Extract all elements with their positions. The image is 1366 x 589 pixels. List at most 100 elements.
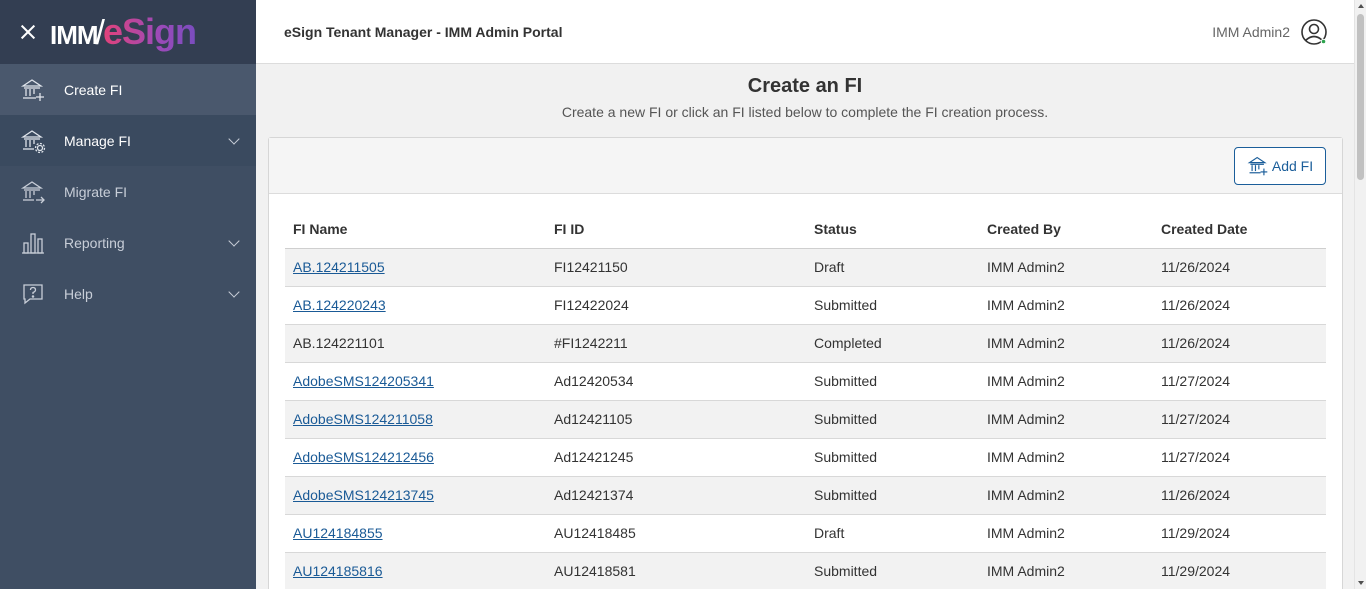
column-header-created-date[interactable]: Created Date <box>1153 210 1326 249</box>
created-date-cell: 11/26/2024 <box>1153 476 1326 515</box>
sidebar-item-create-fi[interactable]: Create FI <box>0 64 256 115</box>
imm-esign-logo: IMM / eSign <box>50 11 197 53</box>
sidebar-item-label: Help <box>64 285 93 302</box>
column-header-fi-name[interactable]: FI Name <box>285 210 546 249</box>
table-header-row: FI Name FI ID Status Created By Created … <box>285 210 1326 249</box>
fi-name-link[interactable]: AdobeSMS124211058 <box>293 411 433 427</box>
sidebar-item-label: Reporting <box>64 234 125 251</box>
table-row: AdobeSMS124212456 Ad12421245 Submitted IMM … <box>285 438 1326 477</box>
status-cell: Draft <box>806 248 979 287</box>
top-header: eSign Tenant Manager - IMM Admin Portal … <box>256 0 1354 64</box>
sidebar: IMM / eSign Create FI Manage FI Migrate … <box>0 0 256 589</box>
fi-name-cell: AdobeSMS124213745 <box>285 476 546 515</box>
created-by-cell: IMM Admin2 <box>979 476 1153 515</box>
table-row: AU124185816 AU12418581 Submitted IMM Admin2… <box>285 552 1326 589</box>
fi-id-cell: FI12422024 <box>546 286 806 325</box>
fi-name-link[interactable]: AdobeSMS124213745 <box>293 487 434 503</box>
created-by-cell: IMM Admin2 <box>979 324 1153 363</box>
sidebar-item-manage-fi[interactable]: Manage FI <box>0 115 256 166</box>
page-subtitle: Create a new FI or click an FI listed be… <box>561 104 1049 120</box>
status-cell: Draft <box>806 514 979 553</box>
table-row: AdobeSMS124205341 Ad12420534 Submitted IMM … <box>285 362 1326 401</box>
fi-id-cell: Ad12421374 <box>546 476 806 515</box>
bank-arrow-icon <box>20 179 46 205</box>
close-menu-icon[interactable] <box>18 22 38 42</box>
fi-id-cell: AU12418485 <box>546 514 806 553</box>
column-header-fi-id[interactable]: FI ID <box>546 210 806 249</box>
fi-name-cell: AB.124221101 <box>285 324 546 363</box>
status-cell: Submitted <box>806 552 979 589</box>
fi-name-cell: AB.124211505 <box>285 248 546 287</box>
fi-name-link[interactable]: AB.124220243 <box>293 297 386 313</box>
column-header-status[interactable]: Status <box>806 210 979 249</box>
fi-name-cell: AdobeSMS124212456 <box>285 438 546 477</box>
created-date-cell: 11/27/2024 <box>1153 362 1326 401</box>
status-cell: Submitted <box>806 400 979 439</box>
table-row: AB.124220243 FI12422024 Submitted IMM Admin… <box>285 286 1326 325</box>
help-icon <box>20 281 46 307</box>
card-toolbar: Add FI <box>269 138 1342 194</box>
scroll-down-arrow-icon[interactable] <box>1358 581 1364 585</box>
bank-add-icon <box>1247 156 1268 176</box>
bank-add-icon <box>20 77 46 103</box>
sidebar-item-reporting[interactable]: Reporting <box>0 217 256 268</box>
fi-table-body: AB.124211505 FI12421150 Draft IMM Admin2 11/… <box>285 248 1326 589</box>
fi-name-text: AB.124221101 <box>293 335 385 351</box>
fi-list-card: Add FI FI Name FI ID Status Created By C… <box>268 137 1343 589</box>
fi-name-cell: AU124185816 <box>285 552 546 589</box>
status-cell: Submitted <box>806 476 979 515</box>
bar-chart-icon <box>20 230 46 256</box>
created-by-cell: IMM Admin2 <box>979 362 1153 401</box>
fi-table: FI Name FI ID Status Created By Created … <box>285 210 1326 589</box>
fi-name-link[interactable]: AU124185816 <box>293 563 383 579</box>
user-menu[interactable]: IMM Admin2 <box>1212 18 1328 46</box>
fi-name-cell: AU124184855 <box>285 514 546 553</box>
column-header-created-by[interactable]: Created By <box>979 210 1153 249</box>
created-by-cell: IMM Admin2 <box>979 514 1153 553</box>
scroll-thumb[interactable] <box>1357 14 1364 180</box>
sidebar-item-migrate-fi[interactable]: Migrate FI <box>0 166 256 217</box>
bank-gear-icon <box>20 128 46 154</box>
logo-imm: IMM <box>50 20 99 50</box>
fi-name-cell: AdobeSMS124205341 <box>285 362 546 401</box>
created-date-cell: 11/27/2024 <box>1153 438 1326 477</box>
sidebar-item-label: Create FI <box>64 81 123 98</box>
fi-name-link[interactable]: AU124184855 <box>293 525 383 541</box>
created-date-cell: 11/27/2024 <box>1153 400 1326 439</box>
fi-name-link[interactable]: AdobeSMS124212456 <box>293 449 434 465</box>
status-cell: Submitted <box>806 362 979 401</box>
fi-name-cell: AB.124220243 <box>285 286 546 325</box>
fi-id-cell: Ad12421105 <box>546 400 806 439</box>
status-cell: Submitted <box>806 438 979 477</box>
brand-bar: IMM / eSign <box>0 0 256 64</box>
sidebar-item-help[interactable]: Help <box>0 268 256 319</box>
created-by-cell: IMM Admin2 <box>979 552 1153 589</box>
user-name: IMM Admin2 <box>1212 24 1290 40</box>
user-avatar-icon <box>1300 18 1328 46</box>
table-row: AU124184855 AU12418485 Draft IMM Admin2 11/2… <box>285 514 1326 553</box>
fi-name-link[interactable]: AB.124211505 <box>293 259 385 275</box>
fi-id-cell: #FI1242211 <box>546 324 806 363</box>
table-row: AB.124211505 FI12421150 Draft IMM Admin2 11/… <box>285 248 1326 287</box>
created-by-cell: IMM Admin2 <box>979 248 1153 287</box>
logo-esign: eSign <box>103 11 197 52</box>
fi-name-link[interactable]: AdobeSMS124205341 <box>293 373 434 389</box>
sidebar-item-label: Manage FI <box>64 132 131 149</box>
created-by-cell: IMM Admin2 <box>979 438 1153 477</box>
chevron-down-icon <box>228 235 240 247</box>
scroll-up-arrow-icon[interactable] <box>1358 4 1364 8</box>
chevron-down-icon <box>228 133 240 145</box>
created-by-cell: IMM Admin2 <box>979 400 1153 439</box>
add-fi-label: Add FI <box>1271 158 1314 174</box>
portal-title: eSign Tenant Manager - IMM Admin Portal <box>284 23 563 40</box>
add-fi-button[interactable]: Add FI <box>1234 147 1326 185</box>
created-by-cell: IMM Admin2 <box>979 286 1153 325</box>
status-cell: Completed <box>806 324 979 363</box>
created-date-cell: 11/29/2024 <box>1153 514 1326 553</box>
created-date-cell: 11/26/2024 <box>1153 286 1326 325</box>
table-row: AdobeSMS124211058 Ad12421105 Submitted IMM … <box>285 400 1326 439</box>
page-scrollbar[interactable] <box>1354 0 1366 589</box>
created-date-cell: 11/29/2024 <box>1153 552 1326 589</box>
fi-id-cell: Ad12421245 <box>546 438 806 477</box>
page-title: Create an FI <box>747 75 863 97</box>
